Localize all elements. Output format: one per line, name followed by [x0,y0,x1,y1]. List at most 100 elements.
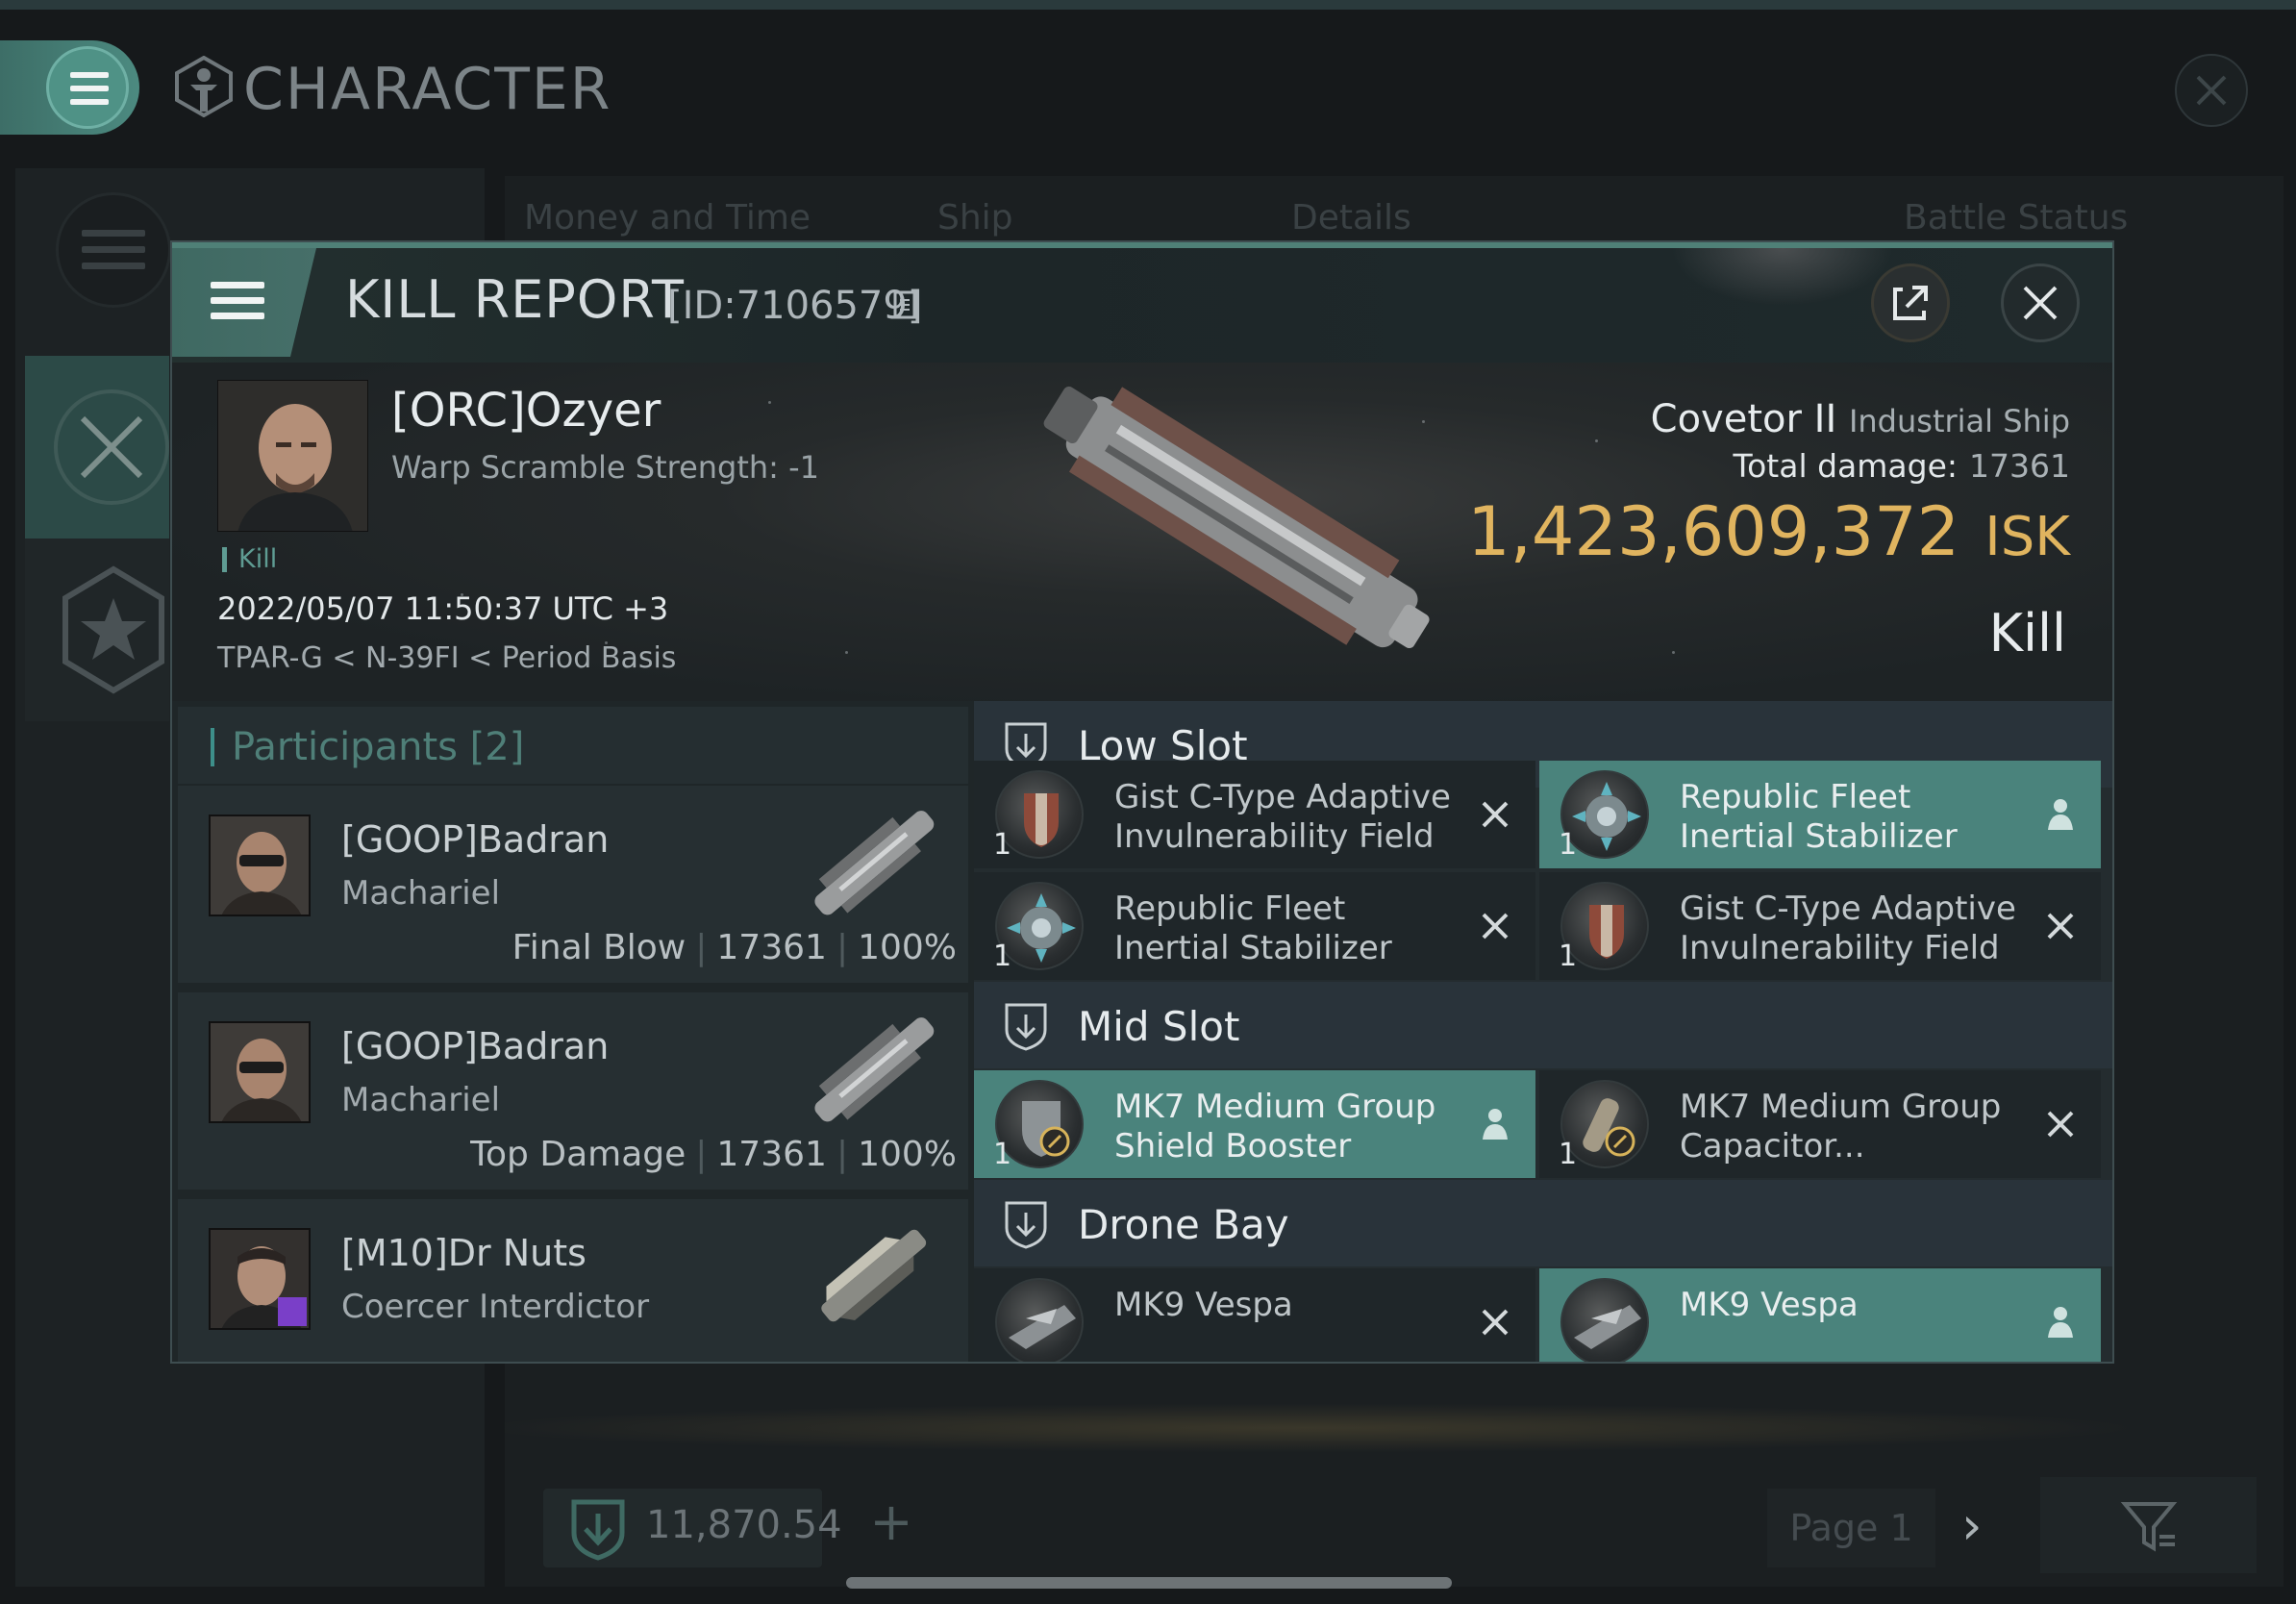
side-tab-medals[interactable] [25,539,169,721]
warp-scramble-strength: Warp Scramble Strength: -1 [391,449,820,486]
column-header-details[interactable]: Details [1291,198,1411,238]
kill-location[interactable]: TPAR-G < N-39FI < Period Basis [217,641,676,675]
menu-icon [70,72,109,105]
destroyed-icon [2047,913,2074,940]
kill-report-id: [ID:7106579] [667,284,923,328]
participant-stats: Final Blow | 17361 | 100% [512,928,957,967]
participant-row[interactable]: [GOOP]Badran Machariel Final Blow | 17361 |… [178,786,968,983]
participant-role: Top Damage [470,1135,686,1174]
slot-label: Mid Slot [1078,1003,1240,1050]
participant-ship-image [821,1229,927,1322]
item-quantity: 1 [993,1138,1012,1171]
fitting-item[interactable]: 1 MK7 Medium Group Shield Booster [974,1070,1535,1178]
destroyed-icon [1482,1309,1509,1336]
participant-row[interactable]: [M10]Dr Nuts Coercer Interdictor [178,1199,968,1362]
drone-bay-header[interactable]: Drone Bay [974,1180,2112,1266]
item-quantity: 1 [993,940,1012,973]
pilot-icon [2048,799,2073,830]
item-quantity: 1 [1559,828,1578,862]
item-name: Gist C-Type Adaptive Invulnerability Fie… [1680,890,2016,967]
modal-close-button[interactable] [2001,263,2080,342]
fitting-item[interactable]: MK9 Vespa [1539,1268,2101,1362]
total-damage-label: Total damage: [1733,447,1959,485]
page-indicator[interactable]: Page 1 [1767,1489,1935,1567]
main-menu-button[interactable] [0,40,139,135]
filter-button[interactable] [2040,1477,2257,1573]
avatar [209,1228,311,1330]
item-quantity: 1 [1559,940,1578,973]
participant-damage: 17361 [716,928,827,967]
column-header-money[interactable]: Money and Time [524,198,811,238]
item-name: MK9 Vespa [1114,1286,1293,1324]
victim-name[interactable]: [ORC]Ozyer [391,384,661,438]
avatar [209,1021,311,1123]
shield-slot-icon [1005,1003,1047,1051]
list-row-ship-preview [505,1399,2284,1457]
drone-icon [1560,1278,1649,1362]
mid-slot-header[interactable]: Mid Slot [974,982,2112,1068]
column-header-battle-status[interactable]: Battle Status [1904,198,2128,238]
close-icon [2023,286,2058,320]
participant-percent: 100% [858,1135,957,1174]
participant-name: [M10]Dr Nuts [341,1232,586,1274]
victim-section: [ORC]Ozyer Warp Scramble Strength: -1 Ki… [172,363,2112,701]
fitting-item[interactable]: 1 MK7 Medium Group Capacitor... [1539,1070,2101,1178]
shield-slot-icon [1005,1201,1047,1249]
ship-name: Covetor II [1650,397,1837,441]
participant-name: [GOOP]Badran [341,1025,610,1067]
plus-icon[interactable]: + [861,1493,922,1555]
destroyed-icon [2047,1111,2074,1138]
chevron-right-icon[interactable]: › [1961,1495,1983,1556]
side-tab-killmails[interactable] [25,356,169,539]
drone-icon [995,1278,1084,1362]
participant-stats: Top Damage | 17361 | 100% [470,1135,957,1174]
destroyed-icon [1482,913,1509,940]
copy-icon[interactable] [893,290,922,323]
shield-slot-icon [571,1499,625,1561]
fitting-item[interactable]: 1 Gist C-Type Adaptive Invulnerability F… [974,761,1535,868]
participant-ship-image [814,1017,935,1122]
isk-value: 1,423,609,372 ISK [1467,492,2070,571]
destroyed-icon [1482,801,1509,828]
item-name: Gist C-Type Adaptive Invulnerability Fie… [1114,778,1451,856]
swords-icon [54,389,169,505]
fitting-item[interactable]: 1 Republic Fleet Inertial Stabilizer [974,872,1535,980]
fitting-item[interactable]: MK9 Vespa [974,1268,1535,1362]
page-title: CHARACTER [243,56,612,123]
filter-icon [2120,1502,2178,1552]
close-icon [2196,75,2227,106]
column-header-ship[interactable]: Ship [937,198,1013,238]
result-label: Kill [1988,603,2066,664]
victim-ship[interactable]: Covetor II Industrial Ship [1651,397,2070,441]
share-button[interactable] [1871,263,1950,342]
participants-title: Participants [2] [211,728,524,766]
menu-icon [211,282,264,319]
participant-ship-image [814,811,935,915]
item-name: MK7 Medium Group Shield Booster [1114,1088,1436,1165]
wallet-value: 11,870.54 [646,1503,842,1547]
star-icon [62,565,164,694]
participant-row[interactable]: [GOOP]Badran Machariel Top Damage | 17361 |… [178,992,968,1190]
fittings-panel: Low Slot 1 Gist C-Type Adaptive Invulner… [974,701,2112,1362]
menu-icon [82,230,145,269]
participant-name: [GOOP]Badran [341,818,610,861]
total-damage: Total damage: 17361 [1734,447,2070,485]
victim-portrait[interactable] [217,380,368,532]
avatar [218,381,367,531]
pilot-icon [2048,1307,2073,1338]
pilot-icon [1483,1109,1508,1140]
participants-panel: Participants [2] [GOOP]Badran Machariel [172,701,974,1362]
fitting-item[interactable]: 1 Gist C-Type Adaptive Invulnerability F… [1539,872,2101,980]
participant-percent: 100% [858,928,957,967]
item-quantity: 1 [1559,1138,1578,1171]
page-close-button[interactable] [2175,54,2248,127]
participant-ship: Machariel [341,1081,501,1119]
item-name: Republic Fleet Inertial Stabilizer [1114,890,1392,967]
participant-role: Final Blow [512,928,686,967]
slot-label: Drone Bay [1078,1201,1289,1248]
kill-report-modal: KILL REPORT [ID:7106579] [ORC]Ozyer Warp… [170,240,2114,1364]
fitting-item[interactable]: 1 Republic Fleet Inertial Stabilizer [1539,761,2101,868]
ship-class: Industrial Ship [1848,403,2070,439]
victim-ship-image [1043,386,1430,649]
side-menu-button[interactable] [56,192,171,308]
